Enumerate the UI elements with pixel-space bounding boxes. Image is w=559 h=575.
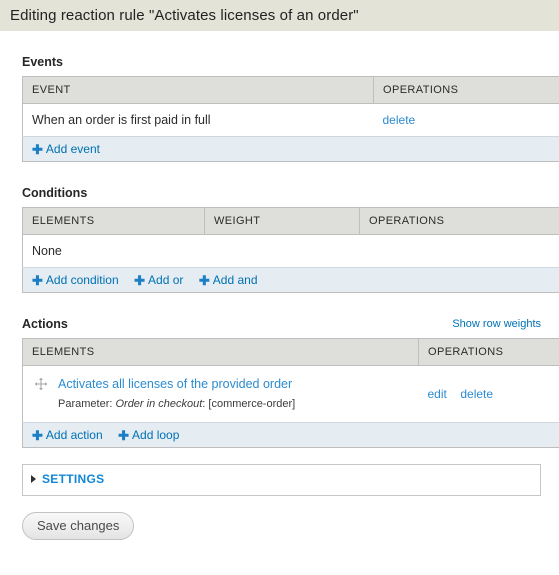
conditions-add-row: ✚ Add condition ✚ Add or ✚ Add and [22, 267, 559, 293]
action-parameter: Parameter: Order in checkout: [commerce-… [58, 397, 295, 413]
settings-legend-label: SETTINGS [42, 472, 105, 487]
table-row: None [22, 234, 559, 268]
conditions-section: Conditions ELEMENTS WEIGHT OPERATIONS No… [22, 186, 559, 293]
delete-event-link[interactable]: delete [383, 113, 416, 127]
actions-table-body: Activates all licenses of the provided o… [22, 365, 559, 448]
table-row: Activates all licenses of the provided o… [22, 365, 559, 423]
conditions-column-header-weight: WEIGHT [204, 207, 360, 235]
events-cell-event: When an order is first paid in full [22, 103, 374, 137]
settings-fieldset: SETTINGS [22, 464, 541, 497]
conditions-empty-cell: None [22, 234, 559, 268]
spacer-events-conditions [22, 162, 541, 186]
spacer-conditions-actions [22, 293, 541, 317]
plus-icon: ✚ [32, 142, 43, 157]
actions-table-head: ELEMENTS OPERATIONS [22, 338, 559, 366]
plus-icon: ✚ [118, 428, 130, 444]
actions-table: ELEMENTS OPERATIONS Activates all licens… [22, 338, 559, 449]
action-element: Activates all licenses of the provided o… [32, 375, 419, 413]
conditions-table-body: None ✚ Add condition ✚ Add or ✚ Add and [22, 234, 559, 293]
events-add-cell: ✚ Add event [22, 136, 559, 162]
add-action-label: Add action [45, 428, 103, 443]
conditions-column-header-operations: OPERATIONS [359, 207, 559, 235]
conditions-table: ELEMENTS WEIGHT OPERATIONS None ✚ Add con… [22, 207, 559, 293]
actions-cell-operations: edit delete [418, 365, 559, 423]
show-row-weights-link[interactable]: Show row weights [452, 318, 541, 331]
events-section: Events EVENT OPERATIONS When an order is… [22, 55, 559, 162]
add-event-label: Add event [45, 142, 100, 156]
page-title: Editing reaction rule "Activates license… [10, 7, 359, 24]
actions-section-head: Actions Show row weights [22, 317, 541, 331]
actions-column-header-elements: ELEMENTS [22, 338, 419, 366]
settings-toggle[interactable]: SETTINGS [31, 472, 530, 486]
action-parameter-prefix: Parameter: [58, 398, 116, 411]
conditions-table-head: ELEMENTS WEIGHT OPERATIONS [22, 207, 559, 235]
action-parameter-name: Order in checkout [115, 398, 203, 411]
actions-section: Actions Show row weights ELEMENTS OPERAT… [22, 317, 559, 449]
conditions-column-header-elements: ELEMENTS [22, 207, 205, 235]
events-column-header-event: EVENT [22, 76, 374, 104]
add-loop-label: Add loop [132, 428, 180, 443]
events-section-head: Events [22, 55, 541, 69]
events-table-body: When an order is first paid in full dele… [22, 103, 559, 162]
plus-icon: ✚ [134, 273, 146, 288]
conditions-header-row: ELEMENTS WEIGHT OPERATIONS [22, 207, 559, 235]
plus-icon: ✚ [32, 273, 43, 288]
events-header-row: EVENT OPERATIONS [22, 76, 559, 104]
add-or-label: Add or [148, 273, 184, 287]
add-and-label: Add and [212, 273, 258, 287]
events-section-title: Events [22, 55, 63, 69]
actions-section-title: Actions [22, 317, 68, 331]
plus-icon: ✚ [32, 428, 43, 444]
actions-column-header-operations: OPERATIONS [418, 338, 559, 366]
conditions-add-cell: ✚ Add condition ✚ Add or ✚ Add and [22, 267, 559, 293]
triangle-right-icon [31, 475, 36, 484]
conditions-section-head: Conditions [22, 186, 541, 200]
actions-add-cell: ✚ Add action ✚ Add loop [22, 422, 559, 448]
drag-move-icon[interactable] [34, 377, 48, 391]
save-changes-button[interactable]: Save changes [22, 512, 135, 541]
action-label-link[interactable]: Activates all licenses of the provided o… [58, 377, 292, 391]
table-row: When an order is first paid in full dele… [22, 103, 559, 137]
add-condition-link[interactable]: ✚ Add condition [32, 273, 119, 287]
form-actions: Save changes [22, 512, 541, 541]
action-body: Activates all licenses of the provided o… [58, 375, 295, 413]
page-content: Events EVENT OPERATIONS When an order is… [0, 31, 559, 541]
add-action-link[interactable]: ✚ Add action [32, 428, 103, 442]
events-table: EVENT OPERATIONS When an order is first … [22, 76, 559, 162]
edit-action-link[interactable]: edit [428, 387, 447, 401]
add-condition-label: Add condition [45, 273, 119, 287]
add-or-link[interactable]: ✚ Add or [134, 273, 183, 287]
add-event-link[interactable]: ✚ Add event [32, 142, 100, 156]
action-parameter-value: : [commerce-order] [202, 398, 296, 411]
events-add-row: ✚ Add event [22, 136, 559, 162]
spacer-top [22, 31, 541, 55]
actions-add-row: ✚ Add action ✚ Add loop [22, 422, 559, 448]
events-table-head: EVENT OPERATIONS [22, 76, 559, 104]
actions-header-row: ELEMENTS OPERATIONS [22, 338, 559, 366]
actions-cell-elements: Activates all licenses of the provided o… [22, 365, 419, 423]
events-cell-operations: delete [373, 103, 559, 137]
delete-action-link[interactable]: delete [460, 387, 493, 401]
plus-icon: ✚ [198, 273, 210, 288]
conditions-section-title: Conditions [22, 186, 88, 200]
page-header: Editing reaction rule "Activates license… [0, 0, 559, 31]
add-and-link[interactable]: ✚ Add and [199, 273, 258, 287]
events-column-header-operations: OPERATIONS [373, 76, 559, 104]
add-loop-link[interactable]: ✚ Add loop [118, 428, 179, 442]
